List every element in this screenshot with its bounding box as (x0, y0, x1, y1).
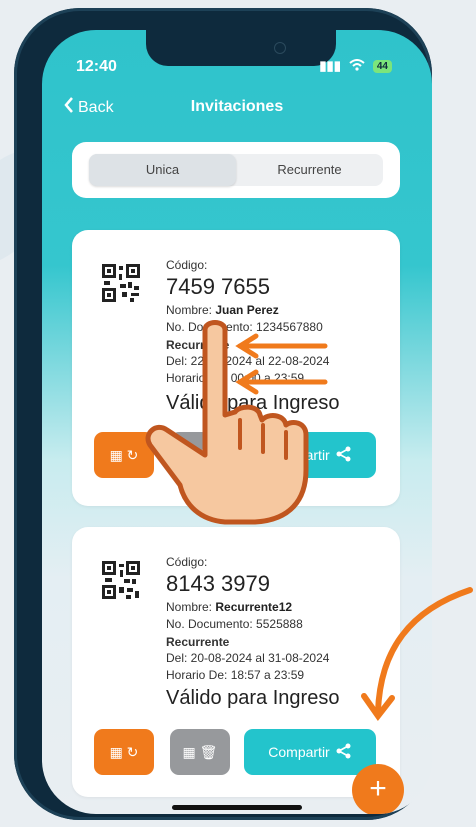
qr-code-icon (102, 264, 140, 302)
status-icons: ▮▮▮ 44 (319, 58, 392, 74)
validity-status: Válido para Ingreso (166, 392, 340, 414)
share-button[interactable]: Compartir (244, 432, 376, 478)
qr-code-icon (102, 561, 140, 599)
qr-delete-icon: ▦ 🗑 (182, 743, 218, 760)
signal-icon: ▮▮▮ (319, 58, 341, 73)
invitation-code: 7459 7655 (166, 274, 270, 299)
regenerate-qr-button[interactable]: ▦ ↻ (94, 432, 154, 478)
segment-panel: Unica Recurrente (72, 142, 400, 198)
delete-qr-button[interactable]: ▦ 🗑 (170, 729, 230, 775)
status-time: 12:40 (76, 58, 117, 75)
document-line: No. Documento: 5525888 (166, 617, 303, 631)
invitation-card: Código: 8143 3979 Nombre: Recurrente12 N… (72, 527, 400, 797)
segment-recurrente[interactable]: Recurrente (236, 154, 383, 186)
share-icon (336, 743, 352, 762)
battery-icon: 44 (372, 59, 392, 73)
qr-delete-icon: ▦ 🗑 (182, 446, 218, 463)
home-indicator (172, 805, 302, 810)
notch (146, 30, 336, 66)
segment-unica[interactable]: Unica (89, 154, 236, 186)
regenerate-qr-button[interactable]: ▦ ↻ (94, 729, 154, 775)
invitation-type: Recurrente (166, 338, 230, 352)
share-label: Compartir (268, 744, 330, 760)
invitation-card: Código: 7459 7655 Nombre: Juan Perez No.… (72, 230, 400, 506)
phone-frame: 12:40 ▮▮▮ 44 Back Invitaciones Unica Rec… (14, 8, 432, 820)
guest-name: Juan Perez (215, 303, 279, 317)
page-title: Invitaciones (190, 98, 284, 115)
validity-status: Válido para Ingreso (166, 687, 340, 709)
document-line: No. Documento: 1234567880 (166, 320, 323, 334)
share-button[interactable]: Compartir (244, 729, 376, 775)
segmented-control: Unica Recurrente (89, 154, 383, 186)
date-range: Del: 20-08-2024 al 31-08-2024 (166, 651, 330, 665)
schedule: Horario De: 00:00 a 23:59 (166, 371, 305, 385)
share-icon (336, 446, 352, 465)
guest-name: Recurrente12 (215, 600, 293, 614)
name-line: Nombre: Recurrente12 (166, 600, 293, 614)
wifi-icon (349, 58, 365, 74)
name-line: Nombre: Juan Perez (166, 303, 279, 317)
delete-qr-button[interactable]: ▦ 🗑 (170, 432, 230, 478)
invitation-code: 8143 3979 (166, 571, 270, 596)
add-invitation-button[interactable]: + (352, 764, 404, 814)
share-label: Compartir (268, 447, 330, 463)
app-screen: 12:40 ▮▮▮ 44 Back Invitaciones Unica Rec… (42, 30, 432, 814)
date-range: Del: 22-08-2024 al 22-08-2024 (166, 354, 330, 368)
code-label: Código: (166, 555, 208, 569)
schedule: Horario De: 18:57 a 23:59 (166, 668, 305, 682)
qr-refresh-icon: ▦ ↻ (109, 446, 139, 463)
qr-refresh-icon: ▦ ↻ (109, 743, 139, 760)
code-label: Código: (166, 258, 208, 272)
invitation-type: Recurrente (166, 635, 230, 649)
